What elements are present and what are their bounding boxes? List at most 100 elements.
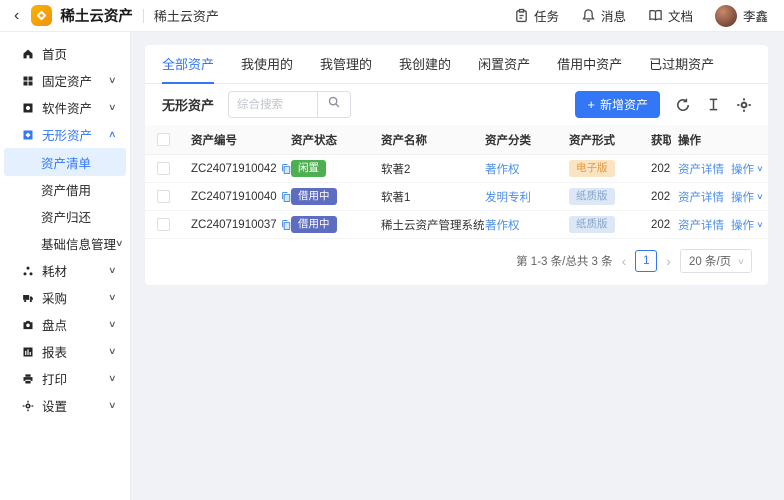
user-name: 李鑫	[743, 6, 768, 25]
row-checkbox[interactable]	[157, 190, 170, 203]
page-number[interactable]: 1	[635, 250, 657, 272]
asset-code: ZC24071910040	[191, 191, 277, 203]
tab-borrowed-assets[interactable]: 借用中资产	[557, 45, 622, 84]
intangible-icon	[21, 128, 34, 141]
tab-idle-assets[interactable]: 闲置资产	[478, 45, 530, 84]
status-badge: 闲置	[291, 160, 326, 178]
form-badge: 纸质版	[569, 188, 615, 206]
header-actions: 任务 消息 文档	[514, 5, 768, 27]
sidebar-item-inventory[interactable]: 盘点 ∨	[4, 311, 126, 338]
docs-label: 文档	[668, 6, 693, 25]
sidebar-item-basic-info[interactable]: 基础信息管理 ∨	[4, 230, 126, 257]
search-input[interactable]	[229, 92, 317, 117]
table-header-row: 资产编号 资产状态 资产名称 资产分类 资产形式 获取 操作	[145, 125, 768, 155]
acquired-date-clipped: 202	[651, 219, 671, 231]
asset-detail-link[interactable]: 资产详情	[678, 161, 724, 177]
tab-my-managed[interactable]: 我管理的	[320, 45, 372, 84]
sidebar-item-consumables[interactable]: 耗材 ∨	[4, 257, 126, 284]
docs-nav[interactable]: 文档	[648, 6, 693, 25]
chevron-down-icon: ∨	[108, 319, 117, 330]
table-row: ZC24071910042 闲置 软著2 著作权 电子版 202 资产详情 操作…	[145, 155, 768, 183]
sidebar-item-reports[interactable]: 报表 ∨	[4, 338, 126, 365]
tasks-nav[interactable]: 任务	[514, 6, 559, 25]
chevron-down-icon: ∨	[108, 346, 117, 357]
pagination-summary: 第 1-3 条/总共 3 条	[516, 253, 613, 269]
toolbar-actions: + 新增资产	[575, 91, 752, 118]
chevron-down-icon: ∨	[108, 292, 117, 303]
category-link[interactable]: 发明专利	[485, 192, 531, 204]
prev-page-icon[interactable]: ‹	[622, 254, 627, 268]
toolbar: 无形资产 + 新增资产	[145, 84, 768, 125]
page-size-select[interactable]: 20 条/页 ∨	[680, 249, 752, 273]
select-all-checkbox[interactable]	[157, 133, 170, 146]
search-button[interactable]	[317, 92, 350, 117]
sidebar-item-software-assets[interactable]: 软件资产 ∨	[4, 94, 126, 121]
row-actions-menu[interactable]: 操作∨	[731, 161, 763, 177]
messages-label: 消息	[601, 6, 626, 25]
column-header-form: 资产形式	[569, 132, 651, 148]
copy-icon[interactable]	[280, 219, 292, 231]
add-asset-label: 新增资产	[600, 96, 648, 113]
asset-detail-link[interactable]: 资产详情	[678, 217, 724, 233]
row-checkbox[interactable]	[157, 218, 170, 231]
column-header-actions: 操作	[671, 132, 756, 148]
status-badge: 借用中	[291, 188, 337, 206]
add-asset-button[interactable]: + 新增资产	[575, 91, 660, 118]
section-title: 无形资产	[162, 95, 214, 114]
asset-detail-link[interactable]: 资产详情	[678, 189, 724, 205]
status-badge: 借用中	[291, 216, 337, 234]
asset-code: ZC24071910042	[191, 163, 277, 175]
column-header-code: 资产编号	[191, 132, 291, 148]
acquired-date-clipped: 202	[651, 191, 671, 203]
user-menu[interactable]: 李鑫	[715, 5, 768, 27]
column-header-name: 资产名称	[381, 132, 485, 148]
tab-my-used[interactable]: 我使用的	[241, 45, 293, 84]
copy-icon[interactable]	[280, 163, 292, 175]
asset-name: 软著2	[381, 161, 485, 177]
chevron-down-icon: ∨	[756, 164, 764, 173]
refresh-icon[interactable]	[675, 97, 691, 113]
header-divider	[143, 9, 144, 23]
sidebar-item-asset-return[interactable]: 资产归还	[4, 203, 126, 230]
back-icon[interactable]: ‹	[14, 8, 19, 24]
row-height-icon[interactable]	[706, 97, 721, 112]
column-header-acquired: 获取	[651, 132, 671, 148]
home-icon	[21, 47, 34, 60]
messages-nav[interactable]: 消息	[581, 6, 626, 25]
category-link[interactable]: 著作权	[485, 164, 520, 176]
sidebar-item-asset-list[interactable]: 资产清单	[4, 148, 126, 176]
sidebar: 首页 固定资产 ∨ 软件资产 ∨ 无形资产 ∧ 资产清单 资产借用	[0, 32, 131, 500]
chevron-down-icon: ∨	[756, 220, 764, 229]
grid-icon	[21, 74, 34, 87]
category-link[interactable]: 著作权	[485, 220, 520, 232]
table-row: ZC24071910040 借用中 软著1 发明专利 纸质版 202 资产详情 …	[145, 183, 768, 211]
sidebar-item-fixed-assets[interactable]: 固定资产 ∨	[4, 67, 126, 94]
tab-my-created[interactable]: 我创建的	[399, 45, 451, 84]
sidebar-item-home[interactable]: 首页	[4, 40, 126, 67]
column-settings-icon[interactable]	[736, 97, 752, 113]
chevron-down-icon: ∨	[108, 400, 117, 411]
plus-icon: +	[587, 97, 595, 112]
chevron-down-icon: ∨	[108, 102, 117, 113]
tasks-label: 任务	[534, 6, 559, 25]
column-header-category: 资产分类	[485, 132, 569, 148]
row-checkbox[interactable]	[157, 162, 170, 175]
sidebar-item-procurement[interactable]: 采购 ∨	[4, 284, 126, 311]
sidebar-item-print[interactable]: 打印 ∨	[4, 365, 126, 392]
procurement-icon	[21, 291, 34, 304]
bell-icon	[581, 8, 596, 23]
tab-bar: 全部资产 我使用的 我管理的 我创建的 闲置资产 借用中资产 已过期资产	[145, 45, 768, 84]
asset-name: 稀土云资产管理系统	[381, 217, 485, 233]
sidebar-item-settings[interactable]: 设置 ∨	[4, 392, 126, 419]
sidebar-item-intangible-assets[interactable]: 无形资产 ∧	[4, 121, 126, 148]
report-icon	[21, 345, 34, 358]
next-page-icon[interactable]: ›	[666, 254, 671, 268]
chevron-down-icon: ∨	[108, 265, 117, 276]
copy-icon[interactable]	[280, 191, 292, 203]
row-actions-menu[interactable]: 操作∨	[731, 189, 763, 205]
sidebar-item-asset-borrow[interactable]: 资产借用	[4, 176, 126, 203]
row-actions-menu[interactable]: 操作∨	[731, 217, 763, 233]
tab-all-assets[interactable]: 全部资产	[162, 45, 214, 84]
tab-expired-assets[interactable]: 已过期资产	[649, 45, 714, 84]
inventory-icon	[21, 318, 34, 331]
